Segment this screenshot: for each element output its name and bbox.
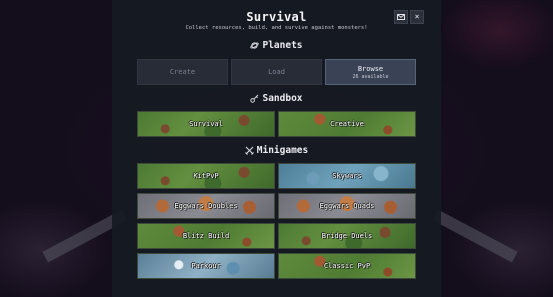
- mode-tile-label: Blitz Build: [182, 232, 230, 240]
- browse-available-count: 26 available: [352, 73, 389, 80]
- minigames-heading: Minigames: [112, 145, 441, 156]
- browse-planets-label: Browse: [357, 64, 384, 73]
- mail-icon: [397, 14, 405, 20]
- mode-tile-label: Eggwars Quads: [319, 202, 375, 210]
- planets-heading: Planets: [112, 40, 441, 51]
- page-title: Survival: [246, 10, 307, 24]
- mode-tile-label: KitPvP: [193, 172, 219, 180]
- page-subtitle: Collect resources, build, and survive ag…: [185, 25, 368, 31]
- mode-tile-eggwars-quads[interactable]: Eggwars Quads: [278, 193, 416, 219]
- mode-tile-survival[interactable]: Survival: [137, 111, 275, 137]
- game-mode-panel: Survival Collect resources, build, and s…: [112, 0, 441, 297]
- mode-tile-skywars[interactable]: Skywars: [278, 163, 416, 189]
- mode-tile-parkour[interactable]: Parkour: [137, 253, 275, 279]
- mode-tile-kitpvp[interactable]: KitPvP: [137, 163, 275, 189]
- planets-heading-label: Planets: [262, 40, 303, 51]
- mode-tile-label: Bridge Duels: [321, 232, 373, 240]
- mode-tile-label: Creative: [330, 120, 364, 128]
- key-icon: [250, 94, 259, 103]
- mode-tile-label: Classic PvP: [323, 262, 371, 270]
- create-planet-label: Create: [169, 68, 196, 76]
- mail-button[interactable]: [394, 10, 408, 24]
- mode-tile-blitz-build[interactable]: Blitz Build: [137, 223, 275, 249]
- mode-tile-label: Parkour: [191, 262, 221, 270]
- browse-planets-button[interactable]: Browse 26 available: [325, 59, 416, 85]
- load-planet-label: Load: [268, 68, 285, 76]
- mode-tile-label: Eggwars Doubles: [174, 202, 238, 210]
- mode-tile-creative[interactable]: Creative: [278, 111, 416, 137]
- load-planet-button[interactable]: Load: [231, 59, 322, 85]
- mode-tile-label: Skywars: [332, 172, 362, 180]
- close-icon: ×: [414, 12, 420, 21]
- mode-tile-bridge-duels[interactable]: Bridge Duels: [278, 223, 416, 249]
- crossed-swords-icon: [244, 146, 254, 155]
- close-button[interactable]: ×: [410, 10, 424, 24]
- sandbox-heading: Sandbox: [112, 93, 441, 104]
- mode-tile-eggwars-doubles[interactable]: Eggwars Doubles: [137, 193, 275, 219]
- minigames-heading-label: Minigames: [256, 145, 309, 156]
- create-planet-button[interactable]: Create: [137, 59, 228, 85]
- planet-icon: [250, 42, 260, 49]
- mode-tile-label: Survival: [189, 120, 223, 128]
- sandbox-heading-label: Sandbox: [262, 93, 303, 104]
- mode-tile-classic-pvp[interactable]: Classic PvP: [278, 253, 416, 279]
